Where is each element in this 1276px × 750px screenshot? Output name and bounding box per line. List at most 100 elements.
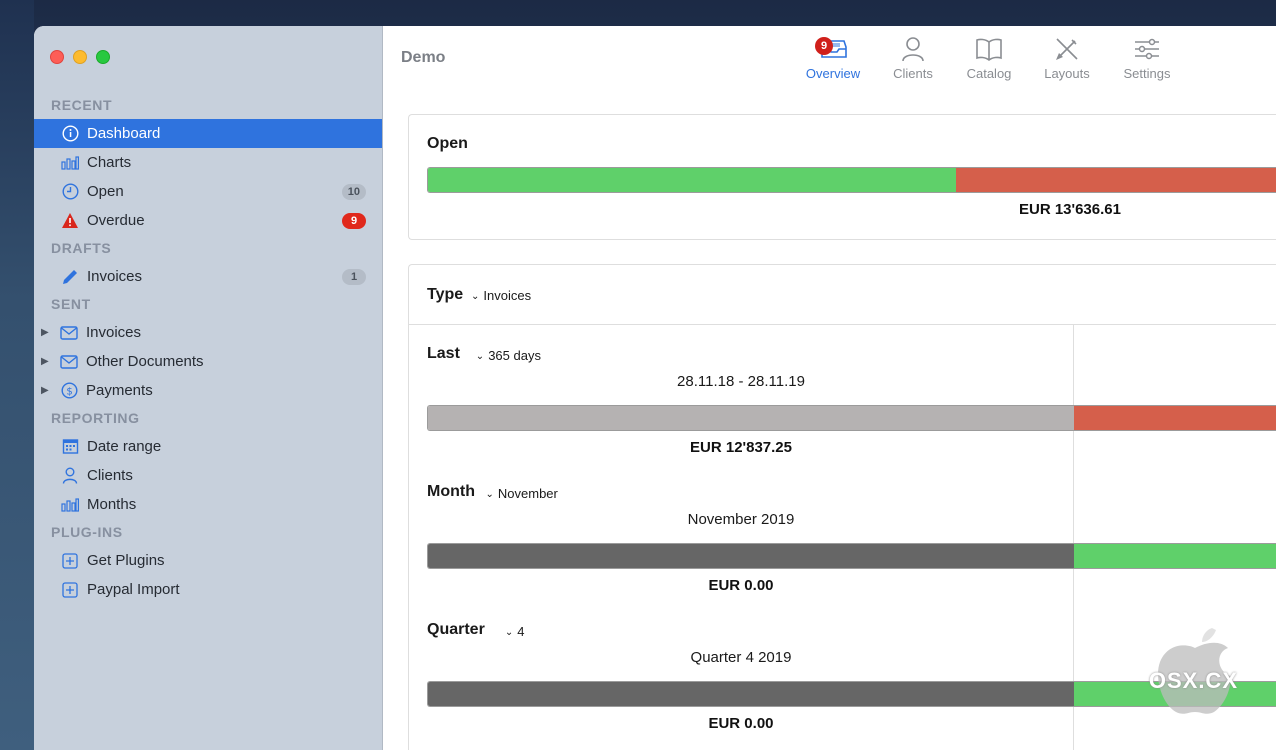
period-dropdown[interactable]: ⌄ November [486, 486, 558, 501]
period-bar-right-segment [1074, 406, 1276, 430]
sidebar-item-label: Paypal Import [87, 581, 180, 598]
chevron-down-icon: ⌄ [471, 291, 480, 302]
period-dropdown-value: November [497, 486, 558, 501]
window-title: Demo [401, 49, 446, 66]
sidebar-item-get-plugins[interactable]: Get Plugins [34, 546, 382, 575]
period-amount: EUR 0.00 [708, 577, 774, 594]
sidebar-list: RECENT Dashboard Charts Open 10 Overdue 9 DRAFT… [34, 92, 382, 604]
disclosure-triangle-icon[interactable]: ▶ [41, 327, 53, 338]
sidebar-item-invoices[interactable]: ▶ Invoices [34, 318, 382, 347]
type-dropdown-value: Invoices [483, 288, 532, 303]
period-dropdown[interactable]: ⌄ 365 days [476, 348, 541, 363]
toolbar-catalog-button[interactable]: Catalog [954, 36, 1024, 81]
toolbar-clients-label: Clients [893, 66, 933, 81]
sidebar-item-label: Charts [87, 154, 132, 171]
sidebar: RECENT Dashboard Charts Open 10 Overdue 9 DRAFT… [34, 26, 383, 750]
period-amount: EUR 0.00 [708, 715, 774, 732]
sidebar-item-paypal-import[interactable]: Paypal Import [34, 575, 382, 604]
clock-icon [61, 183, 79, 201]
toolbar-settings-button[interactable]: Settings [1112, 36, 1182, 81]
plus-square-icon [61, 552, 79, 570]
pen-ruler-icon [1054, 36, 1080, 65]
count-badge: 9 [342, 213, 366, 229]
sidebar-item-dashboard[interactable]: Dashboard [34, 119, 382, 148]
period-bar-left-segment [428, 544, 1074, 568]
chevron-down-icon: ⌄ [504, 627, 514, 638]
sidebar-section-header: REPORTING [51, 410, 140, 426]
type-dropdown[interactable]: ⌄ Invoices [471, 288, 531, 303]
count-badge: 10 [341, 184, 366, 200]
bar-chart-icon [61, 154, 79, 172]
toolbar-overview-label: Overview [805, 66, 861, 81]
sidebar-item-overdue[interactable]: Overdue 9 [34, 206, 382, 235]
sidebar-item-label: Invoices [86, 324, 142, 341]
period-dropdown[interactable]: ⌄ 4 [505, 624, 525, 639]
sidebar-item-label: Payments [86, 382, 153, 399]
open-summary-card: Open EUR 13'636.61 [408, 114, 1276, 240]
toolbar: Demo 9 Overview Clients Catalog Layouts … [384, 26, 1276, 96]
sidebar-item-label: Open [87, 183, 124, 200]
minimize-window-button[interactable] [73, 50, 87, 64]
period-label: Month [427, 483, 475, 500]
sidebar-item-open[interactable]: Open 10 [34, 177, 382, 206]
sidebar-item-invoices[interactable]: Invoices 1 [34, 262, 382, 291]
sidebar-item-label: Months [87, 496, 137, 513]
main-content: Demo 9 Overview Clients Catalog Layouts … [384, 26, 1276, 750]
dollar-icon: $ [60, 382, 78, 400]
open-amount: EUR 13'636.61 [1019, 201, 1121, 218]
close-window-button[interactable] [50, 50, 64, 64]
book-icon [975, 37, 1003, 64]
plus-square-icon [61, 581, 79, 599]
period-label: Last [427, 345, 460, 362]
disclosure-triangle-icon[interactable]: ▶ [41, 356, 53, 367]
person-icon [61, 467, 79, 485]
type-label: Type [427, 286, 464, 303]
open-bar-overdue-segment [956, 168, 1276, 192]
toolbar-clients-button[interactable]: Clients [878, 36, 948, 81]
period-bar [427, 405, 1276, 431]
sidebar-item-clients[interactable]: Clients [34, 461, 382, 490]
zoom-window-button[interactable] [96, 50, 110, 64]
sidebar-item-months[interactable]: Months [34, 490, 382, 519]
toolbar-layouts-label: Layouts [1044, 66, 1090, 81]
envelope-icon [60, 353, 78, 371]
open-card-title: Open [427, 135, 468, 152]
app-window: RECENT Dashboard Charts Open 10 Overdue 9 DRAFT… [34, 26, 1276, 750]
desktop-background [0, 0, 34, 750]
overview-badge: 9 [815, 37, 833, 55]
period-dropdown-value: 365 days [488, 348, 541, 363]
sidebar-item-label: Dashboard [87, 125, 161, 142]
disclosure-triangle-icon[interactable]: ▶ [41, 385, 53, 396]
sidebar-section-header: DRAFTS [51, 240, 112, 256]
sidebar-item-other-documents[interactable]: ▶ Other Documents [34, 347, 382, 376]
sidebar-item-label: Overdue [87, 212, 145, 229]
open-bar-paid-segment [428, 168, 957, 192]
sidebar-item-label: Get Plugins [87, 552, 165, 569]
person-icon [901, 36, 925, 65]
period-dropdown-value: 4 [517, 624, 525, 639]
sidebar-item-label: Clients [87, 467, 133, 484]
toolbar-overview-button[interactable]: 9 Overview [798, 36, 868, 81]
type-selector-row: Type ⌄ Invoices [409, 265, 1276, 325]
period-bar-right-segment [1074, 544, 1276, 568]
sidebar-item-label: Date range [87, 438, 162, 455]
toolbar-layouts-button[interactable]: Layouts [1032, 36, 1102, 81]
period-range-text: Quarter 4 2019 [690, 649, 792, 666]
window-controls [50, 50, 110, 64]
sidebar-section-header: SENT [51, 296, 91, 312]
sidebar-item-charts[interactable]: Charts [34, 148, 382, 177]
bar-chart-icon [61, 496, 79, 514]
toolbar-catalog-label: Catalog [966, 66, 1012, 81]
period-amount: EUR 12'837.25 [690, 439, 792, 456]
info-icon [61, 125, 79, 143]
sidebar-item-label: Other Documents [86, 353, 204, 370]
period-range-text: November 2019 [687, 511, 795, 528]
chevron-down-icon: ⌄ [485, 489, 494, 500]
period-range-text: 28.11.18 - 28.11.19 [677, 373, 805, 390]
sidebar-item-date-range[interactable]: Date range [34, 432, 382, 461]
type-stats-card: Type ⌄ Invoices Last ⌄ 365 days 28.11.18 -… [408, 264, 1276, 750]
toolbar-settings-label: Settings [1123, 66, 1171, 81]
sidebar-item-payments[interactable]: ▶ $ Payments [34, 376, 382, 405]
calendar-icon [61, 438, 79, 456]
envelope-icon [60, 324, 78, 342]
